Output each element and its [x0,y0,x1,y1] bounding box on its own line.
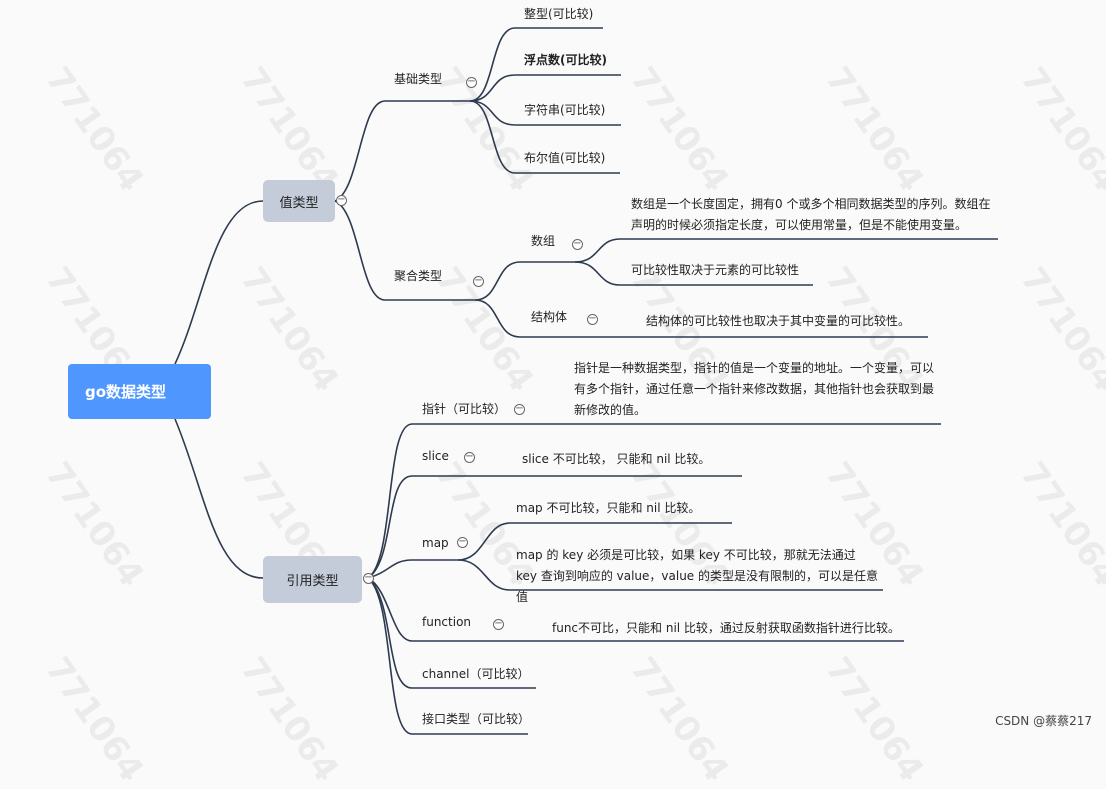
interface-label[interactable]: 接口类型（可比较） [422,708,530,730]
collapse-icon[interactable]: − [466,77,477,88]
collapse-icon[interactable]: − [464,452,475,463]
collapse-icon[interactable]: − [363,573,374,584]
basic-item-float[interactable]: 浮点数(可比较) [524,49,607,71]
edge-basic-float [469,74,621,102]
aggregate-types-label[interactable]: 聚合类型 [394,265,442,287]
edge-value-basic [334,100,386,202]
csdn-credit: CSDN @蔡蔡217 [995,714,1092,728]
edge-value-aggregate [334,200,386,301]
basic-item-string[interactable]: 字符串(可比较) [524,99,605,121]
ref-types-node[interactable]: 引用类型 [263,556,362,603]
map-note-comparable: map 不可比较，只能和 nil 比较。 [516,501,701,515]
edge-root-value [174,200,264,365]
collapse-icon[interactable]: − [493,619,504,630]
edge-ref-map [367,559,458,579]
basic-item-int[interactable]: 整型(可比较) [524,3,593,25]
collapse-icon[interactable]: − [514,404,525,415]
collapse-icon[interactable]: − [587,314,598,325]
struct-label[interactable]: 结构体 [531,306,567,328]
collapse-icon[interactable]: − [572,239,583,250]
slice-label[interactable]: slice [422,445,449,467]
basic-item-bool[interactable]: 布尔值(可比较) [524,147,605,169]
collapse-icon[interactable]: − [457,537,468,548]
map-note-key: map 的 key 必须是可比较，如果 key 不可比较，那就无法通过 key … [516,548,879,604]
map-label[interactable]: map [422,532,449,554]
array-note-comparable: 可比较性取决于元素的可比较性 [631,263,800,277]
channel-label[interactable]: channel（可比较） [422,663,530,685]
array-note-definition: 数组是一个长度固定，拥有0 个或多个相同数据类型的序列。数组在声明的时候必须指定… [631,197,991,232]
pointer-note: 指针是一种数据类型，指针的值是一个变量的地址。一个变量，可以有多个指针，通过任意… [574,361,935,417]
basic-types-label[interactable]: 基础类型 [394,68,442,90]
function-note: func不可比，只能和 nil 比较，通过反射获取函数指针进行比较。 [552,621,900,635]
root-node[interactable]: go数据类型 [68,364,211,419]
value-types-node[interactable]: 值类型 [263,180,335,222]
function-label[interactable]: function [422,611,471,633]
collapse-icon[interactable]: − [336,195,347,206]
edge-ref-slice [367,475,462,579]
edge-root-ref [174,418,264,579]
array-label[interactable]: 数组 [531,230,555,252]
slice-note: slice 不可比较， 只能和 nil 比较。 [522,452,711,466]
edge-agg-array [474,261,575,301]
collapse-icon[interactable]: − [473,276,484,287]
struct-note: 结构体的可比较性也取决于其中变量的可比较性。 [646,314,911,328]
pointer-label[interactable]: 指针（可比较） [422,398,506,420]
